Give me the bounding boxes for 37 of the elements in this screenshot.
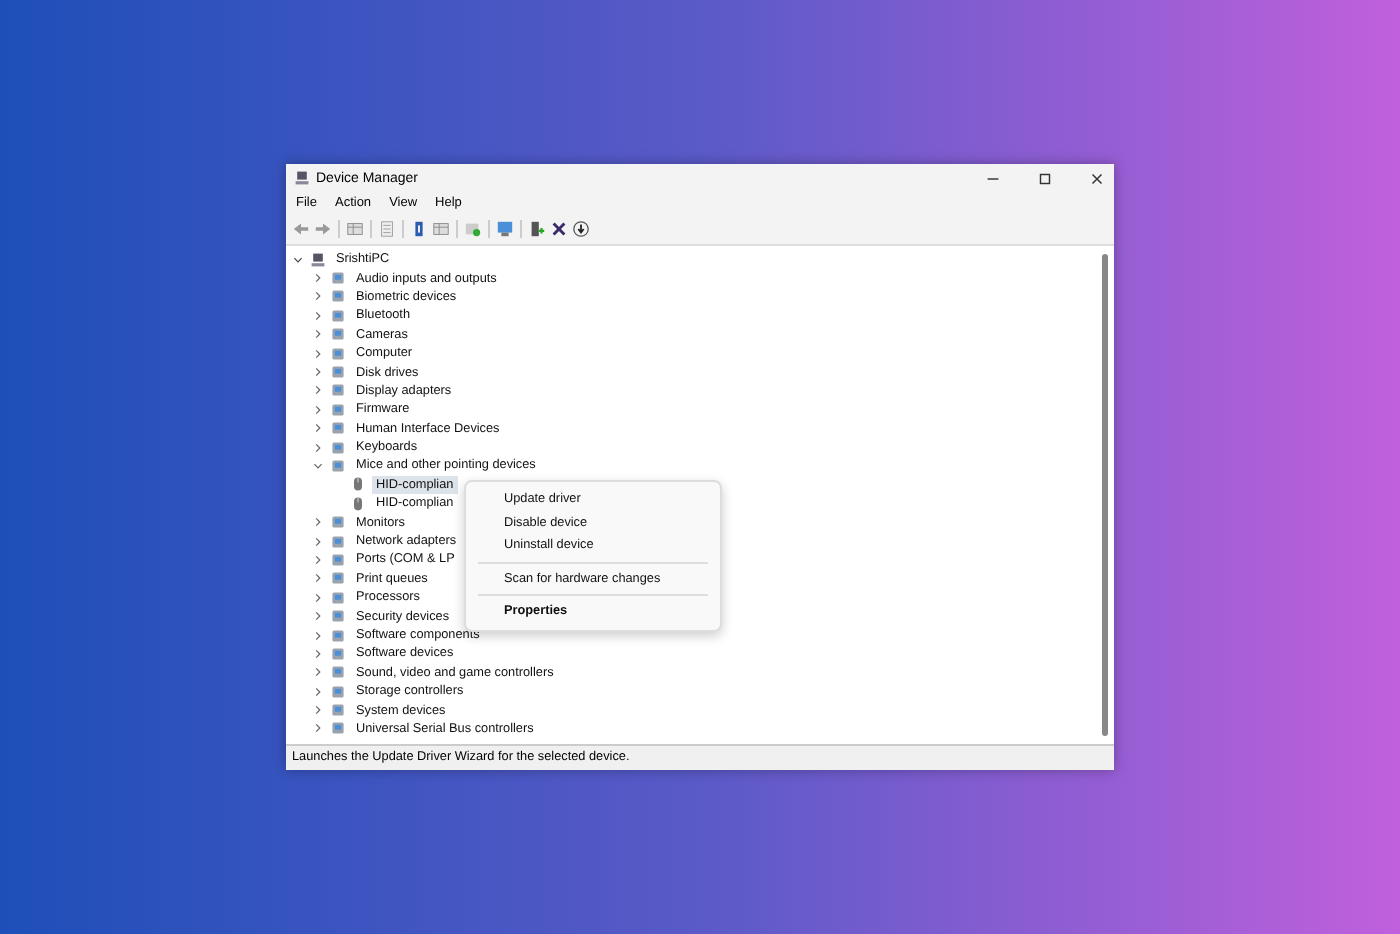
chevron-right-icon[interactable]: [312, 328, 324, 341]
chevron-right-icon[interactable]: [312, 666, 324, 679]
chevron-right-icon[interactable]: [312, 629, 324, 641]
scrollbar[interactable]: [1102, 254, 1108, 736]
chevron-right-icon[interactable]: [312, 685, 324, 698]
download-icon[interactable]: [572, 220, 590, 238]
chevron-right-icon[interactable]: [312, 403, 324, 416]
chevron-right-icon[interactable]: [312, 366, 324, 379]
chevron-right-icon[interactable]: [312, 704, 324, 717]
chevron-down-icon[interactable]: [292, 253, 304, 266]
add-icon[interactable]: [528, 220, 546, 238]
chevron-right-icon[interactable]: [312, 572, 324, 585]
chevron-down-icon[interactable]: [312, 459, 324, 472]
chevron-right-icon[interactable]: [312, 610, 324, 623]
chevron-right-icon[interactable]: [312, 290, 324, 303]
back-icon[interactable]: [292, 220, 310, 238]
chevron-right-icon[interactable]: [312, 347, 324, 360]
grid-icon[interactable]: [346, 220, 364, 238]
computer-icon: [310, 251, 326, 268]
chevron-right-icon[interactable]: [312, 553, 324, 566]
chevron-right-icon[interactable]: [312, 591, 324, 604]
chevron-right-icon[interactable]: [312, 309, 324, 322]
chevron-right-icon[interactable]: [312, 647, 324, 660]
close-icon[interactable]: [1088, 169, 1106, 187]
chevron-right-icon[interactable]: [312, 516, 324, 529]
computer-icon: [294, 170, 310, 186]
chevron-right-icon[interactable]: [312, 422, 324, 435]
chevron-right-icon[interactable]: [312, 384, 324, 397]
chevron-right-icon[interactable]: [312, 272, 324, 285]
chevron-right-icon[interactable]: [312, 722, 324, 735]
chevron-right-icon[interactable]: [312, 535, 324, 548]
forward-icon[interactable]: [314, 220, 332, 238]
maximize-icon[interactable]: [1036, 169, 1054, 187]
grid-icon[interactable]: [432, 220, 450, 238]
monitor-icon[interactable]: [496, 220, 514, 238]
chevron-right-icon[interactable]: [312, 441, 324, 454]
remove-icon[interactable]: [550, 220, 568, 238]
